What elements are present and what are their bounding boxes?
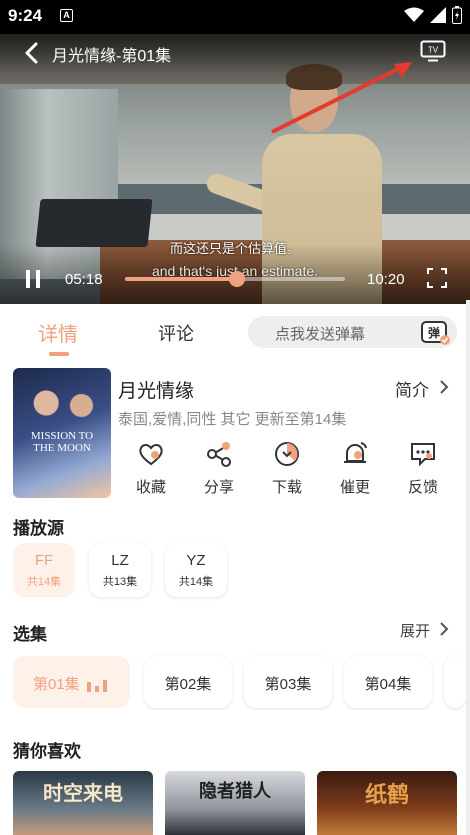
- episode-03[interactable]: 第03集: [244, 656, 332, 708]
- episode-02[interactable]: 第02集: [144, 656, 232, 708]
- show-title: 月光情缘: [118, 381, 195, 402]
- episode-01[interactable]: 第01集: [13, 656, 130, 708]
- danmaku-toggle-icon[interactable]: 弹: [420, 318, 450, 346]
- feedback-button[interactable]: 反馈: [398, 440, 448, 497]
- pause-icon[interactable]: [23, 269, 43, 289]
- recommend-title: 猜你喜欢: [13, 742, 81, 761]
- svg-text:TV: TV: [428, 46, 439, 55]
- source-name: LZ: [111, 552, 129, 569]
- source-name: FF: [34, 552, 54, 569]
- source-yz[interactable]: YZ 共14集: [165, 543, 227, 597]
- poster-title: MISSION TO THE MOON: [30, 430, 94, 454]
- source-name: YZ: [186, 552, 206, 569]
- recommend-card[interactable]: 纸鹤: [317, 771, 457, 835]
- download-icon: [275, 442, 299, 466]
- episodes-title: 选集: [13, 625, 47, 644]
- recommend-card-title: 时空来电: [43, 783, 123, 805]
- subtitle-cn: 而这还只是个估算值。: [169, 241, 300, 256]
- duration: 10:20: [367, 271, 405, 288]
- episode-label: 第04集: [364, 676, 412, 693]
- favorite-button[interactable]: 收藏: [126, 440, 176, 497]
- signal-icon: [430, 7, 446, 23]
- system-icons: [404, 6, 462, 24]
- share-button[interactable]: 分享: [194, 440, 244, 497]
- share-label: 分享: [203, 479, 234, 496]
- show-tags: 泰国,爱情,同性 其它 更新至第14集: [118, 411, 347, 428]
- recommend-card[interactable]: 隐者猎人: [165, 771, 305, 835]
- tab-comment[interactable]: 评论: [158, 320, 194, 346]
- bell-icon: [344, 442, 367, 463]
- tab-detail[interactable]: 详情: [38, 318, 78, 347]
- share-icon: [207, 442, 231, 467]
- chevron-right-icon[interactable]: [439, 622, 449, 636]
- feedback-label: 反馈: [407, 479, 438, 496]
- remind-button[interactable]: 催更: [330, 440, 380, 497]
- tab-indicator: [49, 352, 69, 356]
- source-count: 共14集: [178, 576, 214, 588]
- remind-label: 催更: [339, 479, 370, 496]
- episode-05-partial[interactable]: [444, 656, 466, 708]
- chevron-right-icon[interactable]: [438, 379, 450, 395]
- danmaku-placeholder: 点我发送弹幕: [275, 326, 366, 343]
- download-button[interactable]: 下载: [262, 440, 312, 497]
- tv-cast-icon[interactable]: TV: [420, 40, 446, 62]
- video-title: 月光情缘-第01集: [52, 48, 172, 65]
- progress-slider[interactable]: [125, 271, 345, 287]
- episode-label: 第02集: [164, 676, 212, 693]
- notification-icon: A: [60, 9, 73, 22]
- source-lz[interactable]: LZ 共13集: [89, 543, 151, 597]
- expand-episodes[interactable]: 展开: [400, 620, 430, 641]
- sources-title: 播放源: [13, 519, 64, 538]
- episode-04[interactable]: 第04集: [344, 656, 432, 708]
- fullscreen-icon[interactable]: [427, 268, 447, 288]
- source-count: 共14集: [26, 576, 62, 588]
- heart-icon: [139, 444, 163, 466]
- download-label: 下载: [271, 479, 302, 496]
- svg-text:弹: 弹: [428, 325, 440, 340]
- status-time: 9:24: [8, 6, 43, 25]
- favorite-label: 收藏: [135, 479, 166, 496]
- episode-label: 第01集: [33, 676, 80, 693]
- progress-fill: [125, 277, 238, 281]
- recommend-card-title: 隐者猎人: [199, 781, 271, 801]
- video-player[interactable]: 月光情缘-第01集 TV 而这还只是个估算值。 and that's just …: [0, 34, 470, 304]
- recommend-card-title: 纸鹤: [364, 782, 409, 807]
- current-time: 05:18: [65, 271, 103, 288]
- annotation-arrow: [271, 62, 412, 134]
- source-ff[interactable]: FF 共14集: [13, 543, 75, 597]
- show-poster[interactable]: MISSION TO THE MOON: [13, 368, 111, 498]
- scrollbar[interactable]: [466, 300, 470, 835]
- battery-icon: [452, 6, 462, 24]
- playing-icon: [87, 680, 107, 692]
- wifi-icon: [404, 7, 424, 22]
- intro-link[interactable]: 简介: [395, 376, 429, 401]
- source-count: 共13集: [102, 576, 138, 588]
- status-bar: 9:24 A: [0, 0, 470, 34]
- back-icon[interactable]: [22, 42, 42, 64]
- danmaku-input[interactable]: 点我发送弹幕 弹: [248, 316, 457, 348]
- feedback-icon: [411, 443, 435, 467]
- recommend-card[interactable]: 时空来电: [13, 771, 153, 835]
- episode-label: 第03集: [264, 676, 312, 693]
